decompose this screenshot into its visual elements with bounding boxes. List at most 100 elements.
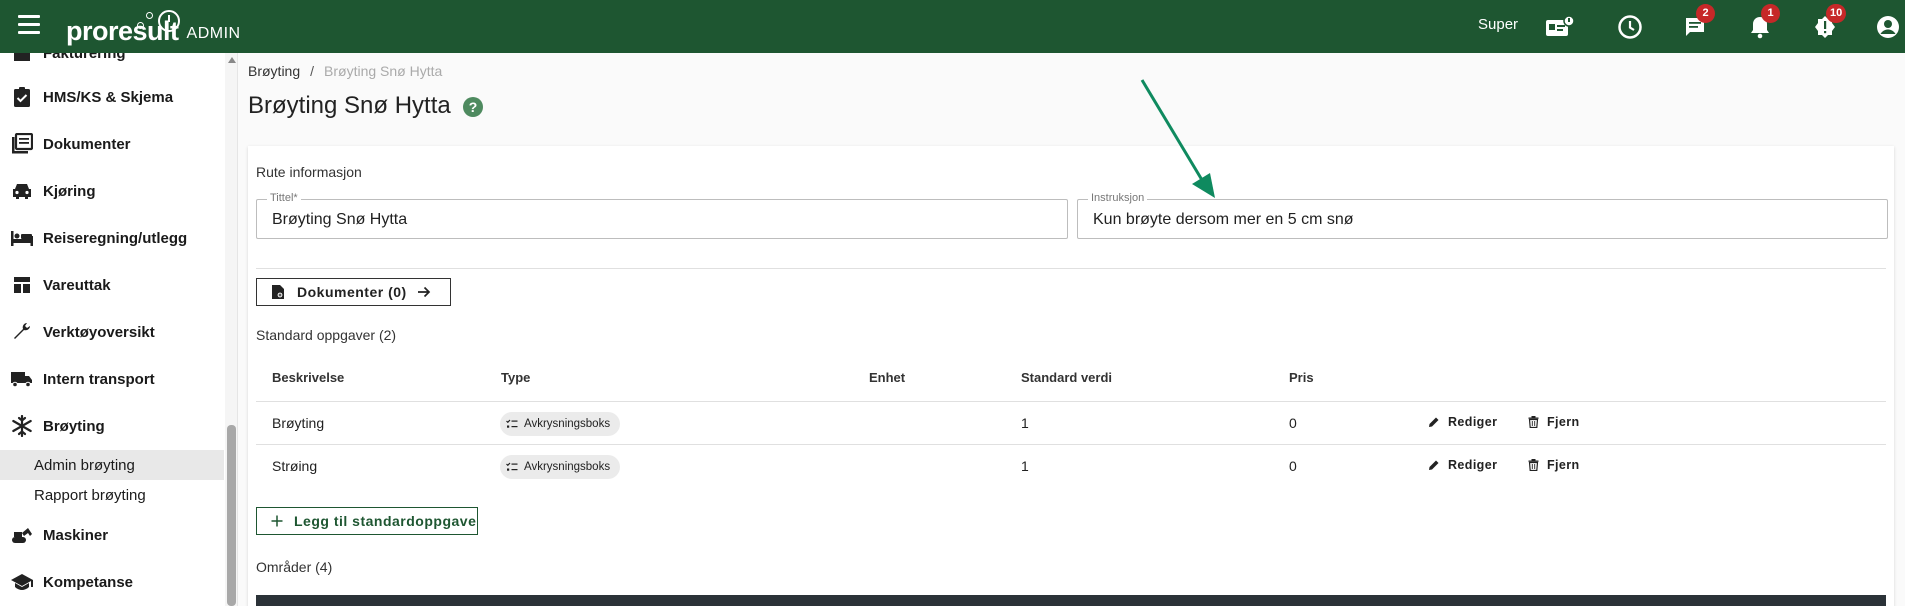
menu-icon[interactable] <box>18 15 40 34</box>
logo-admin-label: ADMIN <box>186 25 241 42</box>
sidebar-item-label: Reiseregning/utlegg <box>43 229 188 247</box>
column-header-default-value: Standard verdi <box>1021 370 1113 385</box>
car-icon <box>10 179 34 203</box>
edit-button[interactable]: Rediger <box>1428 415 1497 429</box>
snowflake-icon <box>10 414 34 438</box>
type-chip-label: Avkrysningsboks <box>524 461 611 473</box>
help-icon[interactable]: ? <box>463 97 483 117</box>
title-field-value[interactable]: Brøyting Snø Hytta <box>272 211 407 229</box>
sidebar-item-label: Verktøyoversikt <box>43 323 155 341</box>
sidebar-item-label: Intern transport <box>43 370 155 388</box>
trash-icon <box>1528 459 1539 471</box>
type-chip: Avkrysningsboks <box>500 455 621 479</box>
sidebar-item-maskiner[interactable]: Maskiner <box>0 515 224 555</box>
messages-badge: 2 <box>1696 4 1715 23</box>
areas-heading: Områder (4) <box>256 559 333 575</box>
sidebar-subitem-admin-broyting[interactable]: Admin brøyting <box>0 450 224 480</box>
breadcrumb-parent[interactable]: Brøyting <box>248 63 300 79</box>
sidebar-item-label: Kompetanse <box>43 573 134 591</box>
sidebar-item-label: Brøyting <box>43 417 105 435</box>
type-chip-label: Avkrysningsboks <box>524 418 611 430</box>
remove-button-label: Fjern <box>1547 458 1580 472</box>
edit-button[interactable]: Rediger <box>1428 458 1497 472</box>
instruction-field-value[interactable]: Kun brøyte dersom mer en 5 cm snø <box>1093 211 1354 229</box>
route-card: Rute informasjon Tittel* Brøyting Snø Hy… <box>248 146 1894 606</box>
row-description: Strøing <box>272 458 318 474</box>
sidebar-scrollbar[interactable] <box>225 53 237 606</box>
sidebar-item-label: Vareuttak <box>43 276 111 294</box>
remove-button[interactable]: Fjern <box>1528 458 1580 472</box>
arrow-right-icon <box>417 286 431 298</box>
table-divider <box>256 444 1886 445</box>
standard-tasks-heading: Standard oppgaver (2) <box>256 327 397 343</box>
row-default-value: 1 <box>1021 458 1029 474</box>
sidebar-subitem-rapport-broyting[interactable]: Rapport brøyting <box>0 480 224 510</box>
user-name[interactable]: Super <box>1478 16 1518 33</box>
sidebar-item-label: Kjøring <box>43 182 96 200</box>
remove-button-label: Fjern <box>1547 415 1580 429</box>
sidebar-item-vareuttak[interactable]: Vareuttak <box>0 265 224 305</box>
sidebar-item-kjoring[interactable]: Kjøring <box>0 171 224 211</box>
excavator-icon <box>10 523 34 547</box>
section-divider <box>256 268 1886 269</box>
sidebar-item-broyting[interactable]: Brøyting <box>0 406 224 446</box>
plus-icon <box>271 515 283 527</box>
id-card-icon[interactable] <box>1545 12 1575 42</box>
documents-button-label: Dokumenter (0) <box>297 284 407 300</box>
instruction-field[interactable]: Instruksjon Kun brøyte dersom mer en 5 c… <box>1077 192 1888 239</box>
pencil-icon <box>1429 417 1439 427</box>
column-header-type: Type <box>501 370 531 385</box>
edit-button-label: Rediger <box>1448 458 1498 472</box>
add-standard-task-label: Legg til standardoppgave <box>294 513 477 529</box>
sidebar: Fakturering HMS/KS & Skjema Dokumenter K… <box>0 53 238 606</box>
clock-icon[interactable] <box>1615 12 1645 42</box>
add-standard-task-button[interactable]: Legg til standardoppgave <box>256 507 478 535</box>
alerts-badge: 10 <box>1826 4 1847 23</box>
trash-icon <box>1528 416 1539 428</box>
sidebar-item-kompetanse[interactable]: Kompetanse <box>0 562 224 602</box>
route-info-heading: Rute informasjon <box>256 164 362 180</box>
truck-icon <box>10 367 34 391</box>
areas-map[interactable] <box>256 595 1886 606</box>
pencil-icon <box>1429 460 1439 470</box>
school-icon <box>10 570 34 594</box>
column-header-unit: Enhet <box>869 370 906 385</box>
sidebar-item-hms[interactable]: HMS/KS & Skjema <box>0 77 224 117</box>
row-price: 0 <box>1289 458 1297 474</box>
row-description: Brøyting <box>272 415 325 431</box>
top-app-bar: proresult ADMIN Super 2 1 10 <box>0 0 1905 53</box>
documents-icon <box>10 132 34 156</box>
breadcrumb-current: Brøyting Snø Hytta <box>324 63 443 79</box>
scroll-thumb[interactable] <box>227 425 236 606</box>
logo[interactable]: proresult ADMIN <box>66 8 241 48</box>
sidebar-item-verktoy[interactable]: Verktøyoversikt <box>0 312 224 352</box>
scroll-up-arrow-icon[interactable] <box>228 57 236 63</box>
breadcrumb-separator: / <box>310 63 315 79</box>
sidebar-item-label: Dokumenter <box>43 135 131 153</box>
sidebar-item-intern-transport[interactable]: Intern transport <box>0 359 224 399</box>
type-chip: Avkrysningsboks <box>500 412 621 436</box>
bell-icon[interactable]: 1 <box>1745 4 1780 42</box>
alert-icon[interactable]: 10 <box>1810 4 1847 42</box>
account-icon[interactable] <box>1873 12 1903 42</box>
table-divider <box>256 401 1886 402</box>
bed-icon <box>10 226 34 250</box>
dashboard-icon <box>10 273 34 297</box>
notifications-badge: 1 <box>1761 4 1780 23</box>
sidebar-item-label: HMS/KS & Skjema <box>43 88 174 106</box>
row-price: 0 <box>1289 415 1297 431</box>
sidebar-subitem-label: Admin brøyting <box>34 456 135 474</box>
row-default-value: 1 <box>1021 415 1029 431</box>
checklist-icon <box>506 419 518 429</box>
documents-button[interactable]: Dokumenter (0) <box>256 278 451 306</box>
column-header-price: Pris <box>1289 370 1314 385</box>
invoice-icon <box>10 53 34 65</box>
sidebar-item-dokumenter[interactable]: Dokumenter <box>0 124 224 164</box>
sidebar-item-reiseregning[interactable]: Reiseregning/utlegg <box>0 218 224 258</box>
wrench-icon <box>10 320 34 344</box>
title-field[interactable]: Tittel* Brøyting Snø Hytta <box>256 192 1068 239</box>
sidebar-item-fakturering[interactable]: Fakturering <box>0 53 224 73</box>
column-header-description: Beskrivelse <box>272 370 345 385</box>
remove-button[interactable]: Fjern <box>1528 415 1580 429</box>
message-icon[interactable]: 2 <box>1680 4 1715 42</box>
